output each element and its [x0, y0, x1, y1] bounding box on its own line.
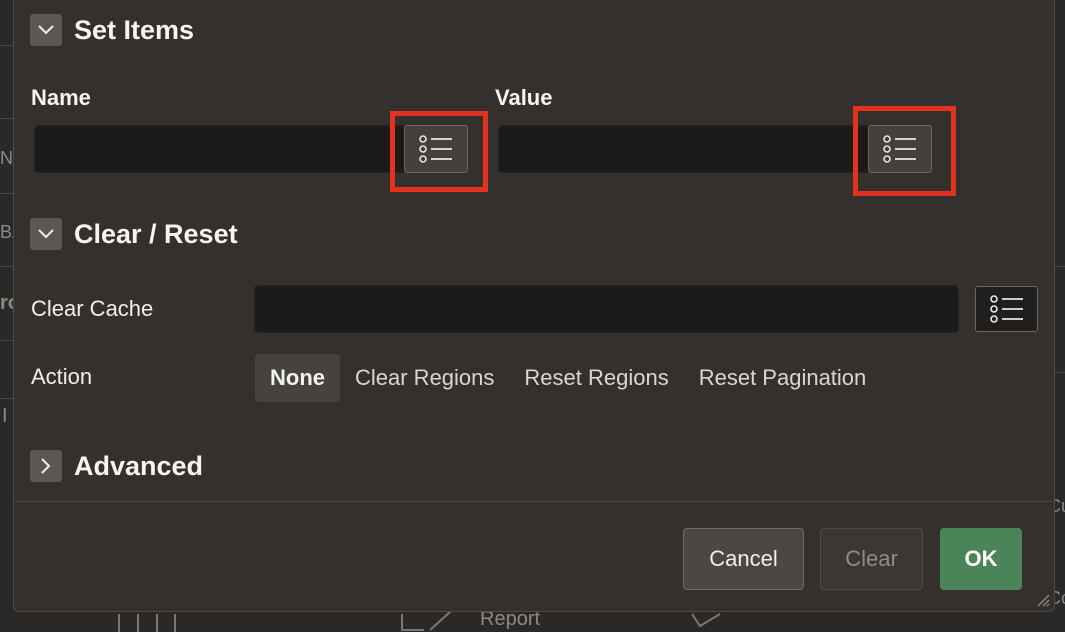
- dialog: Set Items Name Value Clear / Reset Clear…: [13, 0, 1055, 612]
- bg-edit-icon: [401, 612, 451, 631]
- bg-divider: [0, 118, 14, 119]
- chevron-down-icon[interactable]: [30, 218, 62, 250]
- clear-cache-list-button[interactable]: [975, 286, 1038, 332]
- bg-divider: [0, 398, 14, 399]
- clear-cache-label: Clear Cache: [31, 296, 154, 321]
- chevron-down-icon[interactable]: [30, 14, 62, 46]
- bg-divider: [0, 266, 14, 267]
- chevron-right-icon[interactable]: [30, 450, 62, 482]
- value-label: Value: [495, 85, 553, 110]
- clear-button[interactable]: Clear: [820, 528, 923, 590]
- resize-handle-icon[interactable]: [1036, 593, 1050, 607]
- footer-divider: [14, 501, 1054, 502]
- bg-table-icon: [118, 614, 176, 632]
- list-icon: [419, 135, 452, 163]
- bg-chat-icon: [691, 613, 721, 628]
- advanced-title: Advanced: [74, 450, 204, 481]
- action-label: Action: [31, 364, 93, 389]
- bg-divider: [0, 340, 14, 341]
- bg-divider: [0, 193, 14, 194]
- set-items-header[interactable]: Set Items: [30, 14, 194, 46]
- value-list-button[interactable]: [868, 125, 932, 173]
- list-icon: [883, 135, 916, 163]
- bg-fragment: I: [2, 405, 8, 427]
- action-option-reset-regions[interactable]: Reset Regions: [509, 354, 683, 402]
- name-label: Name: [31, 85, 91, 110]
- action-option-clear-regions[interactable]: Clear Regions: [340, 354, 509, 402]
- list-icon: [989, 295, 1023, 323]
- clear-cache-input[interactable]: [254, 285, 959, 333]
- action-radio-group: None Clear Regions Reset Regions Reset P…: [255, 354, 881, 402]
- bg-fragment: N: [0, 148, 13, 168]
- ok-button[interactable]: OK: [940, 528, 1022, 590]
- set-items-title: Set Items: [74, 14, 195, 45]
- cancel-button[interactable]: Cancel: [683, 528, 804, 590]
- clear-reset-header[interactable]: Clear / Reset: [30, 218, 238, 250]
- bg-divider: [1055, 266, 1065, 267]
- bg-divider: [0, 45, 14, 46]
- action-option-none[interactable]: None: [255, 354, 340, 402]
- clear-reset-title: Clear / Reset: [74, 218, 238, 249]
- name-list-button[interactable]: [404, 125, 468, 173]
- bg-divider: [1055, 372, 1065, 373]
- advanced-header[interactable]: Advanced: [30, 450, 203, 482]
- action-option-reset-pagination[interactable]: Reset Pagination: [684, 354, 882, 402]
